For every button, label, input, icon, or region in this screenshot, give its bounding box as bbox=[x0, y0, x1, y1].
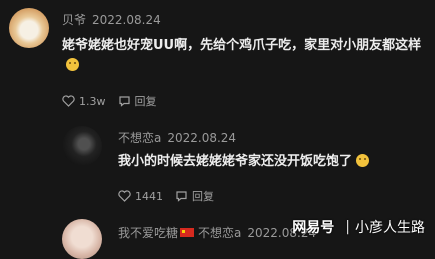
like-count: 1441 bbox=[135, 189, 163, 203]
comment-icon bbox=[176, 191, 187, 202]
comment-date: 2022.08.24 bbox=[167, 131, 237, 145]
comment-date: 2022.08.24 bbox=[92, 13, 161, 27]
reply-label: 回复 bbox=[134, 95, 157, 108]
comment-actions: 1.3w 回复 bbox=[62, 93, 169, 109]
username[interactable]: 我不爱吃糖 bbox=[118, 226, 178, 240]
comment-header: 贝爷 2022.08.24 bbox=[62, 11, 161, 28]
channel-name: 小彦人生路 bbox=[355, 220, 425, 236]
comment-icon bbox=[118, 96, 130, 107]
like-button[interactable]: 1.3w bbox=[62, 95, 106, 108]
like-count: 1.3w bbox=[79, 94, 106, 108]
flag-icon bbox=[180, 228, 195, 237]
comment-text: 我小的时候去姥姥姥爷家还没开饭吃饱了 bbox=[118, 152, 428, 172]
reply-button[interactable]: 回复 bbox=[118, 93, 157, 109]
smile-emoji-icon bbox=[66, 58, 79, 71]
reply-label: 回复 bbox=[192, 190, 214, 203]
comment-header: 我不爱吃糖 不想恋a 2022.08.24 bbox=[118, 224, 316, 241]
heart-icon bbox=[118, 190, 131, 202]
username[interactable]: 贝爷 bbox=[62, 13, 86, 27]
separator: | bbox=[345, 219, 350, 235]
comment-actions: 1441 回复 bbox=[118, 188, 226, 204]
avatar[interactable] bbox=[9, 8, 49, 48]
comment-text: 姥爷姥姥也好宠UU啊，先给个鸡爪子吃，家里对小朋友都这样 bbox=[62, 36, 424, 76]
reply-button[interactable]: 回复 bbox=[175, 188, 214, 204]
smile-emoji-icon bbox=[356, 154, 370, 167]
reply-target-username[interactable]: 不想恋a bbox=[198, 226, 241, 240]
watermark: 网易号 | 小彦人生路 bbox=[292, 217, 425, 237]
comment-header: 不想恋a 2022.08.24 bbox=[118, 129, 236, 146]
brand-logo: 网易号 bbox=[292, 220, 335, 236]
heart-icon bbox=[62, 95, 75, 107]
avatar[interactable] bbox=[62, 126, 102, 166]
like-button[interactable]: 1441 bbox=[118, 190, 163, 203]
username[interactable]: 不想恋a bbox=[118, 131, 161, 145]
avatar[interactable] bbox=[62, 219, 102, 259]
